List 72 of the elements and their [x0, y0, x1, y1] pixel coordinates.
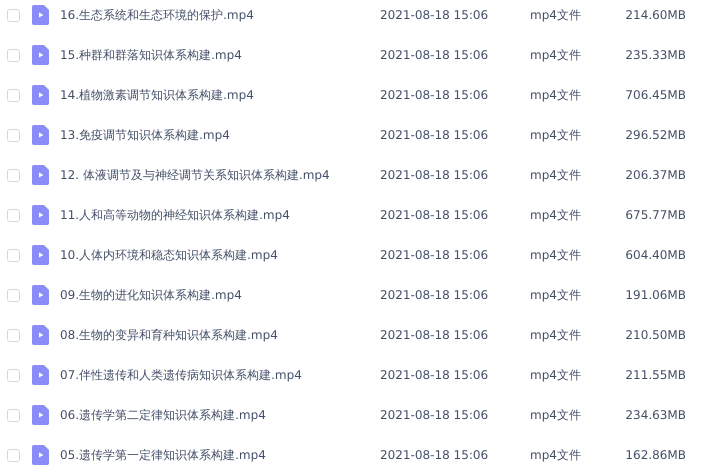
- file-size: 211.55MB: [624, 368, 686, 382]
- video-file-icon: [32, 45, 49, 65]
- file-name[interactable]: 10.人体内环境和稳态知识体系构建.mp4: [60, 246, 380, 264]
- file-type: mp4文件: [530, 246, 582, 264]
- modified-date: 2021-08-18 15:06: [380, 48, 490, 62]
- modified-date: 2021-08-18 15:06: [380, 288, 490, 302]
- modified-date: 2021-08-18 15:06: [380, 408, 490, 422]
- video-file-icon: [32, 205, 49, 225]
- file-type: mp4文件: [530, 286, 582, 304]
- checkbox[interactable]: [7, 208, 20, 222]
- file-type: mp4文件: [530, 6, 582, 24]
- modified-date: 2021-08-18 15:06: [380, 328, 490, 342]
- video-file-icon: [32, 125, 49, 145]
- file-type: mp4文件: [530, 86, 582, 104]
- file-size: 675.77MB: [624, 208, 686, 222]
- file-type: mp4文件: [530, 166, 582, 184]
- file-type: mp4文件: [530, 366, 582, 384]
- checkbox[interactable]: [7, 248, 20, 262]
- checkbox[interactable]: [7, 88, 20, 102]
- checkbox[interactable]: [7, 128, 20, 142]
- file-type: mp4文件: [530, 206, 582, 224]
- video-file-icon: [32, 445, 49, 465]
- file-type: mp4文件: [530, 446, 582, 464]
- file-size: 706.45MB: [624, 88, 686, 102]
- file-type: mp4文件: [530, 126, 582, 144]
- modified-date: 2021-08-18 15:06: [380, 248, 490, 262]
- file-name[interactable]: 13.免疫调节知识体系构建.mp4: [60, 126, 380, 144]
- file-name[interactable]: 15.种群和群落知识体系构建.mp4: [60, 46, 380, 64]
- checkbox[interactable]: [7, 408, 20, 422]
- checkbox[interactable]: [7, 448, 20, 462]
- file-name[interactable]: 07.伴性遗传和人类遗传病知识体系构建.mp4: [60, 366, 380, 384]
- file-type: mp4文件: [530, 406, 582, 424]
- video-file-icon: [32, 245, 49, 265]
- modified-date: 2021-08-18 15:06: [380, 168, 490, 182]
- file-size: 604.40MB: [624, 248, 686, 262]
- file-name[interactable]: 16.生态系统和生态环境的保护.mp4: [60, 6, 380, 24]
- file-name[interactable]: 12. 体液调节及与神经调节关系知识体系构建.mp4: [60, 166, 380, 184]
- file-size: 296.52MB: [624, 128, 686, 142]
- video-file-icon: [32, 165, 49, 185]
- file-name[interactable]: 14.植物激素调节知识体系构建.mp4: [60, 86, 380, 104]
- file-size: 235.33MB: [624, 48, 686, 62]
- file-type: mp4文件: [530, 46, 582, 64]
- file-name[interactable]: 11.人和高等动物的神经知识体系构建.mp4: [60, 206, 380, 224]
- modified-date: 2021-08-18 15:06: [380, 448, 490, 462]
- video-file-icon: [32, 5, 49, 25]
- modified-date: 2021-08-18 15:06: [380, 208, 490, 222]
- file-size: 206.37MB: [624, 168, 686, 182]
- file-name[interactable]: 08.生物的变异和育种知识体系构建.mp4: [60, 326, 380, 344]
- checkbox[interactable]: [7, 368, 20, 382]
- file-name[interactable]: 09.生物的进化知识体系构建.mp4: [60, 286, 380, 304]
- video-file-icon: [32, 405, 49, 425]
- file-size: 210.50MB: [624, 328, 686, 342]
- file-type: mp4文件: [530, 326, 582, 344]
- modified-date: 2021-08-18 15:06: [380, 128, 490, 142]
- modified-date: 2021-08-18 15:06: [380, 8, 490, 22]
- modified-date: 2021-08-18 15:06: [380, 368, 490, 382]
- modified-date: 2021-08-18 15:06: [380, 88, 490, 102]
- video-file-icon: [32, 85, 49, 105]
- checkbox[interactable]: [7, 8, 20, 22]
- checkbox[interactable]: [7, 328, 20, 342]
- video-file-icon: [32, 365, 49, 385]
- file-size: 234.63MB: [624, 408, 686, 422]
- file-name[interactable]: 06.遗传学第二定律知识体系构建.mp4: [60, 406, 380, 424]
- checkbox[interactable]: [7, 288, 20, 302]
- video-file-icon: [32, 285, 49, 305]
- file-name[interactable]: 05.遗传学第一定律知识体系构建.mp4: [60, 446, 380, 464]
- checkbox[interactable]: [7, 168, 20, 182]
- video-file-icon: [32, 325, 49, 345]
- file-size: 214.60MB: [624, 8, 686, 22]
- file-size: 162.86MB: [624, 448, 686, 462]
- file-size: 191.06MB: [624, 288, 686, 302]
- checkbox[interactable]: [7, 48, 20, 62]
